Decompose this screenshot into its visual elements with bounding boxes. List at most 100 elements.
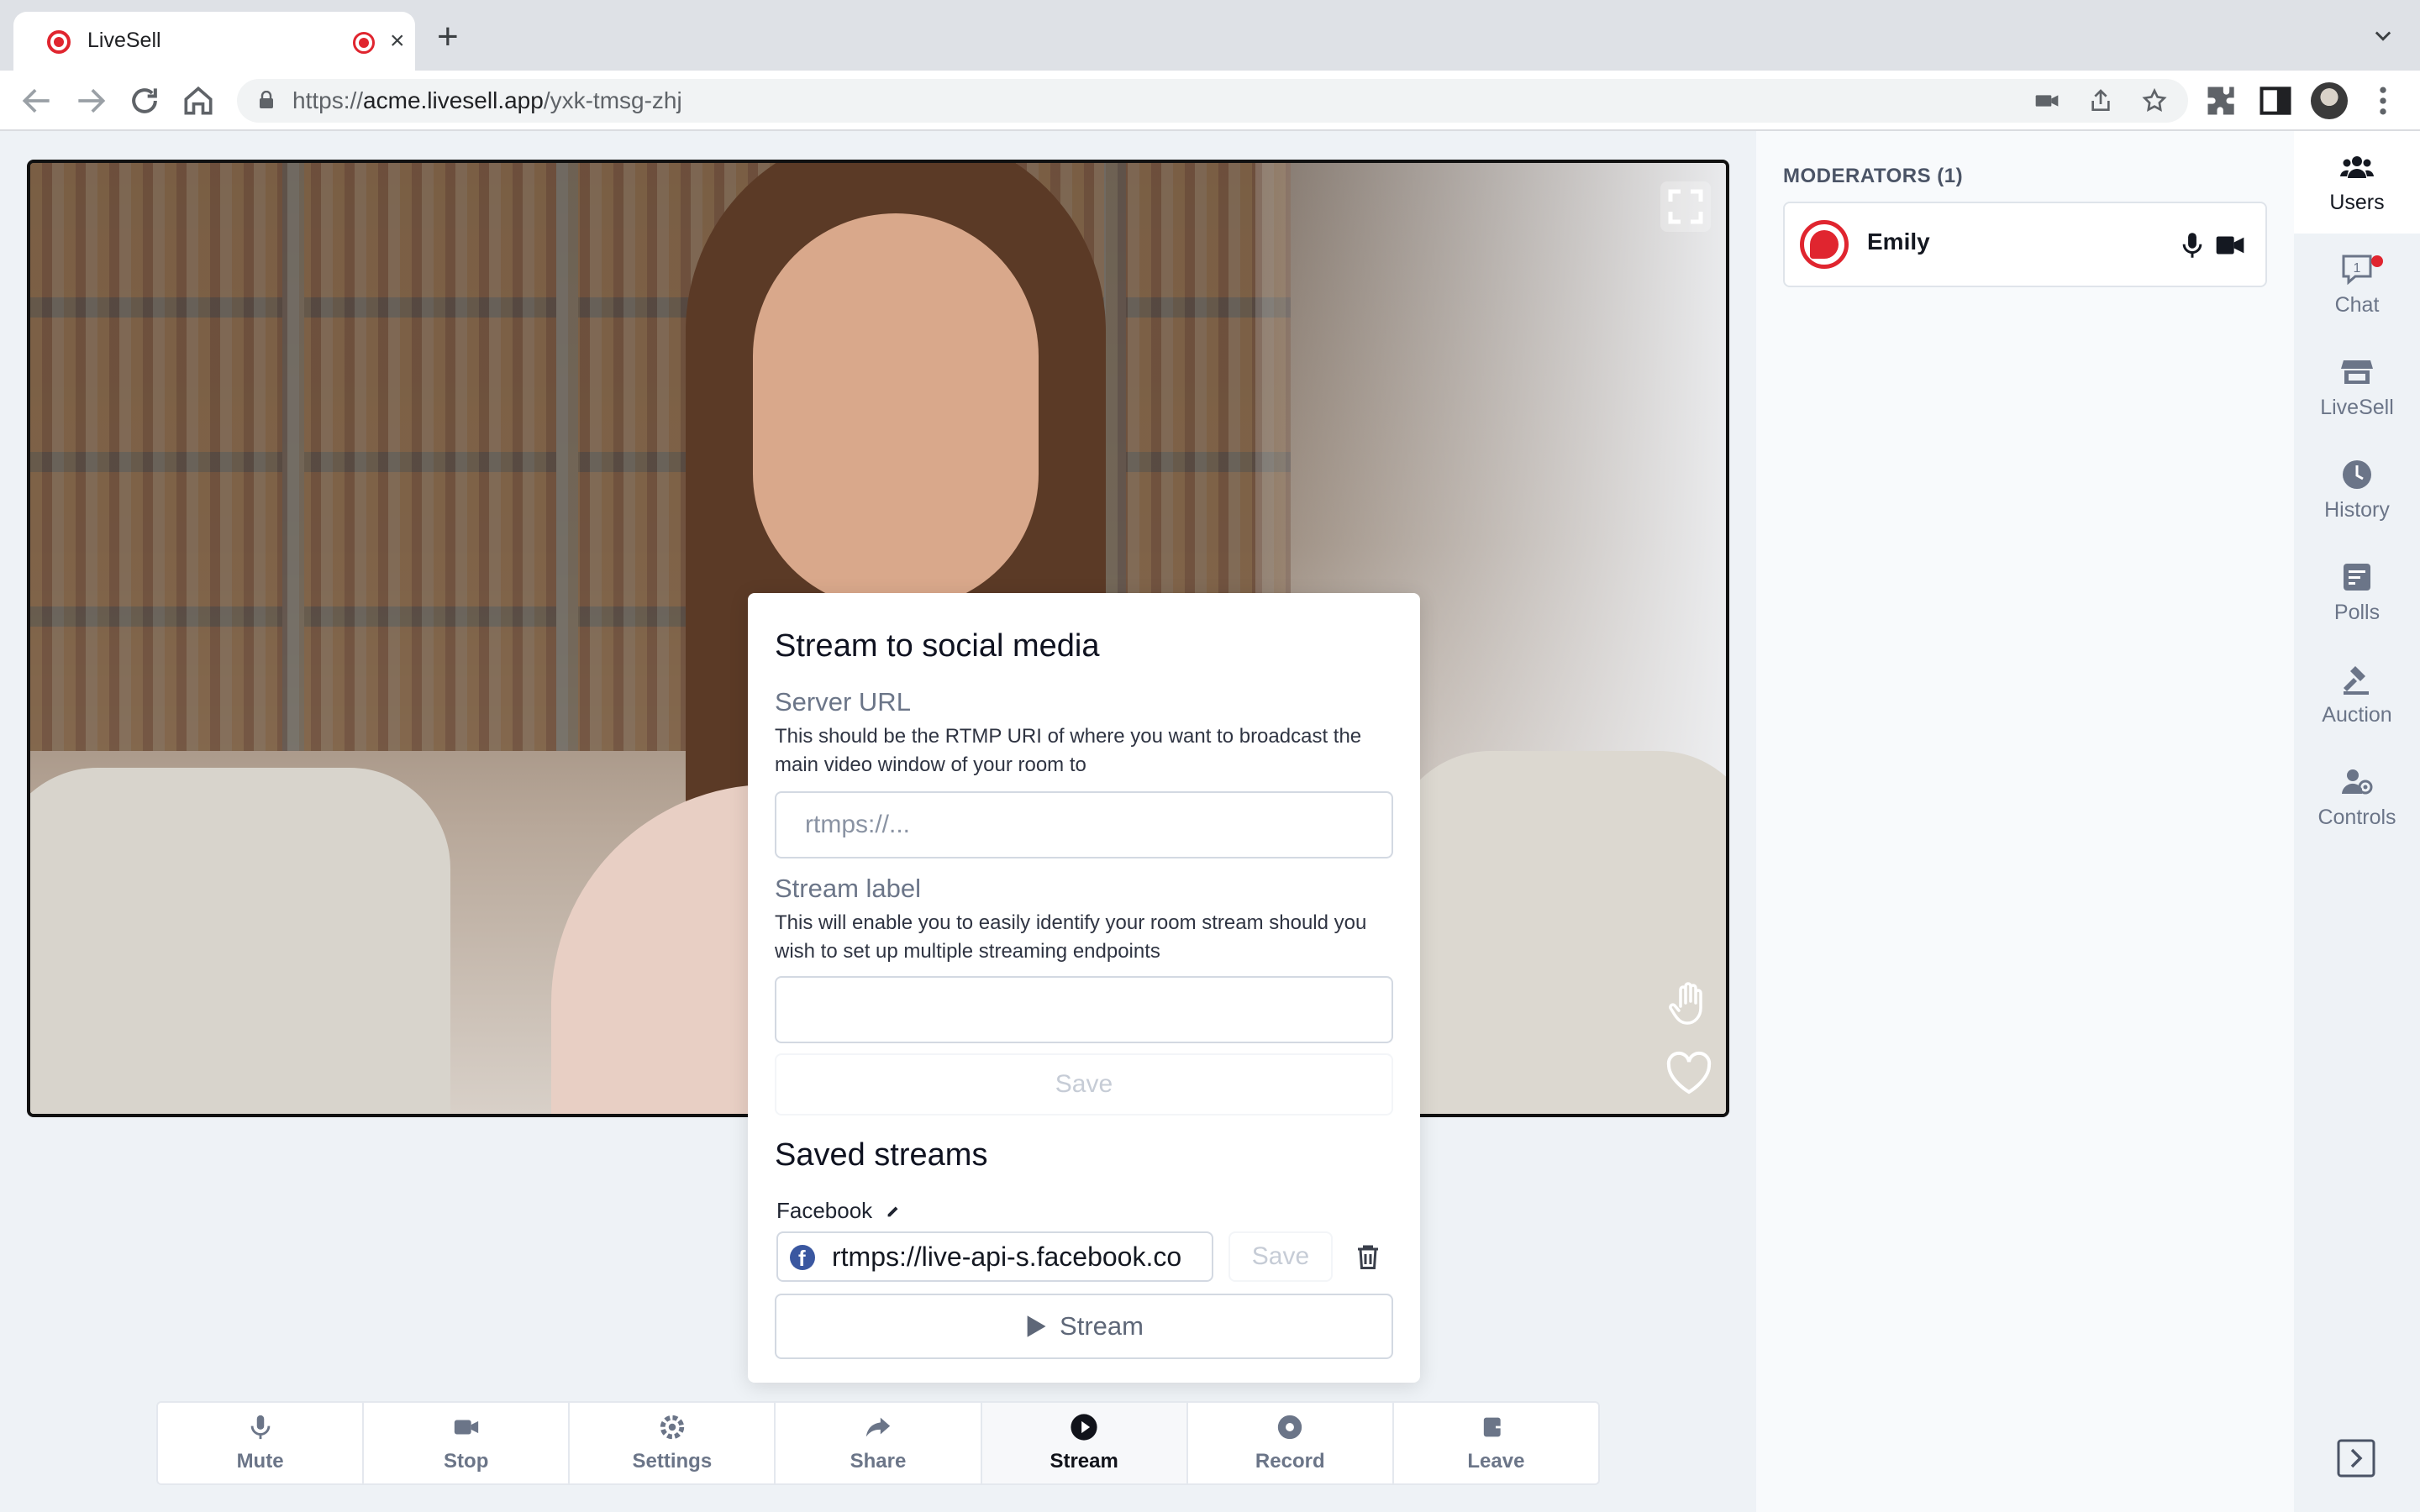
- saved-stream-save-button[interactable]: Save: [1228, 1231, 1333, 1282]
- reload-icon[interactable]: [126, 82, 163, 119]
- chat-notification-dot: [2371, 255, 2383, 267]
- video-camera-icon: [2216, 236, 2244, 255]
- server-url-label: Server URL: [775, 687, 911, 717]
- mute-button[interactable]: Mute: [158, 1403, 365, 1483]
- url-scheme: https://: [292, 87, 364, 113]
- browser-toolbar: https://acme.livesell.app/yxk-tmsg-zhj: [0, 71, 2420, 131]
- livesell-favicon-icon: [47, 30, 71, 54]
- start-stream-label: Stream: [1060, 1311, 1144, 1341]
- right-navigation-rail: Users 1 Chat LiveSell History Polls Auct…: [2294, 131, 2420, 1512]
- settings-label: Settings: [632, 1450, 713, 1473]
- stream-label-label: Stream label: [775, 874, 922, 903]
- stream-label: Stream: [1050, 1450, 1118, 1473]
- store-icon: [2341, 360, 2373, 384]
- start-stream-button[interactable]: Stream: [775, 1294, 1393, 1359]
- tab-close-icon[interactable]: ×: [390, 27, 405, 55]
- rail-item-polls[interactable]: Polls: [2294, 541, 2420, 643]
- saved-streams-title: Saved streams: [775, 1137, 988, 1173]
- collapse-panel-icon[interactable]: [2336, 1438, 2376, 1478]
- rail-item-auction[interactable]: Auction: [2294, 643, 2420, 746]
- rail-item-history[interactable]: History: [2294, 438, 2420, 541]
- saved-stream-url: rtmps://live-api-s.facebook.co: [832, 1242, 1182, 1272]
- extensions-puzzle-icon[interactable]: [2203, 82, 2240, 119]
- stop-label: Stop: [444, 1450, 489, 1473]
- stop-video-button[interactable]: Stop: [364, 1403, 571, 1483]
- mute-label: Mute: [236, 1450, 284, 1473]
- moderator-avatar: [1800, 220, 1849, 269]
- stream-to-social-modal: Stream to social media Server URL This s…: [748, 593, 1420, 1383]
- rail-chat-label: Chat: [2334, 292, 2380, 317]
- back-arrow-icon[interactable]: [18, 82, 55, 119]
- play-circle-icon: [1071, 1414, 1097, 1441]
- rail-auction-label: Auction: [2322, 702, 2392, 727]
- raise-hand-icon[interactable]: [1664, 978, 1714, 1028]
- mic-icon: [250, 1415, 270, 1440]
- new-tab-button[interactable]: +: [437, 18, 459, 55]
- lock-icon[interactable]: [259, 91, 274, 109]
- url-text[interactable]: https://acme.livesell.app/yxk-tmsg-zhj: [292, 87, 682, 114]
- users-icon: [2340, 155, 2374, 178]
- forward-arrow-icon[interactable]: [72, 82, 109, 119]
- tab-search-chevron-icon[interactable]: [2371, 24, 2395, 47]
- facebook-icon: f: [790, 1245, 815, 1271]
- rail-polls-label: Polls: [2333, 600, 2381, 624]
- save-stream-button[interactable]: Save: [775, 1053, 1393, 1116]
- users-panel: MODERATORS (1) Emily: [1756, 131, 2294, 1512]
- play-icon: [1027, 1315, 1046, 1337]
- address-bar[interactable]: https://acme.livesell.app/yxk-tmsg-zhj: [237, 79, 2188, 123]
- rail-users-label: Users: [2329, 190, 2385, 214]
- chat-icon: 1: [2342, 255, 2372, 285]
- profile-avatar[interactable]: [2311, 82, 2348, 119]
- recording-indicator-icon: [353, 32, 375, 54]
- stream-label-help: This will enable you to easily identify …: [775, 911, 1367, 963]
- tab-title: LiveSell: [87, 29, 161, 52]
- bookmark-star-icon[interactable]: [2141, 87, 2168, 114]
- url-host: acme.livesell.app: [363, 87, 544, 113]
- rail-item-livesell[interactable]: LiveSell: [2294, 336, 2420, 438]
- user-controls-icon: [2342, 769, 2373, 794]
- video-person-face: [753, 213, 1039, 608]
- rail-controls-label: Controls: [2317, 805, 2396, 829]
- rail-item-chat[interactable]: 1 Chat: [2294, 234, 2420, 336]
- share-page-icon[interactable]: [2087, 87, 2114, 114]
- video-camera-icon: [454, 1420, 478, 1435]
- chat-badge-count: 1: [2354, 261, 2361, 276]
- trash-icon[interactable]: [1353, 1242, 1383, 1272]
- heart-icon[interactable]: [1664, 1048, 1714, 1099]
- moderator-card[interactable]: Emily: [1783, 202, 2267, 287]
- moderator-name: Emily: [1867, 228, 1930, 255]
- browser-menu-icon[interactable]: [2365, 82, 2402, 119]
- saved-stream-url-field[interactable]: f rtmps://live-api-s.facebook.co: [776, 1231, 1213, 1282]
- browser-tab[interactable]: LiveSell ×: [13, 12, 415, 71]
- leave-label: Leave: [1467, 1450, 1525, 1473]
- record-icon: [1278, 1415, 1302, 1440]
- rail-item-controls[interactable]: Controls: [2294, 746, 2420, 848]
- record-label: Record: [1255, 1450, 1325, 1473]
- saved-stream-label: Facebook: [776, 1198, 902, 1224]
- stream-button[interactable]: Stream: [981, 1403, 1188, 1483]
- record-button[interactable]: Record: [1188, 1403, 1394, 1483]
- url-path: /yxk-tmsg-zhj: [543, 87, 682, 113]
- control-bar: Mute Stop Settings Share Stream Record L…: [156, 1401, 1600, 1485]
- rail-history-label: History: [2324, 497, 2390, 522]
- rail-livesell-label: LiveSell: [2320, 395, 2394, 419]
- modal-title: Stream to social media: [775, 628, 1100, 664]
- fullscreen-icon[interactable]: [1660, 181, 1711, 232]
- server-url-input[interactable]: [775, 791, 1393, 858]
- share-button[interactable]: Share: [776, 1403, 982, 1483]
- saved-stream-name: Facebook: [776, 1198, 873, 1223]
- moderators-title: MODERATORS (1): [1783, 165, 1964, 187]
- stream-label-input[interactable]: [775, 976, 1393, 1043]
- camera-in-use-icon[interactable]: [2033, 87, 2060, 114]
- video-sofa-left: [30, 768, 450, 1114]
- settings-button[interactable]: Settings: [570, 1403, 776, 1483]
- share-arrow-icon: [865, 1417, 891, 1437]
- gavel-icon: [2344, 665, 2369, 695]
- leave-button[interactable]: Leave: [1394, 1403, 1598, 1483]
- rail-item-users[interactable]: Users: [2294, 131, 2420, 234]
- share-label: Share: [850, 1450, 907, 1473]
- clock-icon: [2343, 459, 2371, 489]
- edit-pencil-icon[interactable]: [884, 1202, 902, 1221]
- side-panel-icon[interactable]: [2257, 82, 2294, 119]
- home-icon[interactable]: [180, 82, 217, 119]
